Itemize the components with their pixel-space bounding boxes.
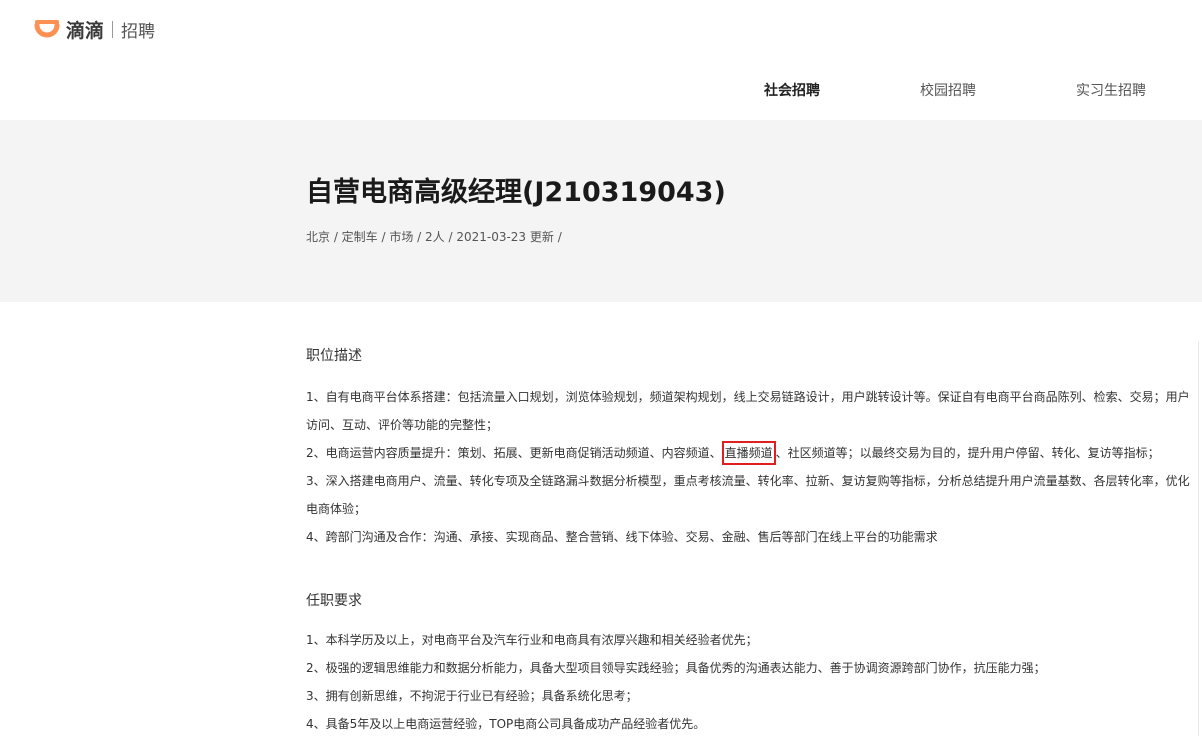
nav-intern-recruitment[interactable]: 实习生招聘 [1076,80,1146,100]
requirements-heading: 任职要求 [306,593,362,609]
description-item-4: 4、跨部门沟通及合作：沟通、承接、实现商品、整合营销、线下体验、交易、金融、售后… [306,530,938,544]
highlighted-keyword: 直播频道 [721,441,776,465]
description-item-2-after: 、社区频道等；以最终交易为目的，提升用户停留、转化、复访等指标； [775,446,1160,460]
logo-brand-text: 滴滴 [66,19,105,42]
description-item-2-before: 2、电商运营内容质量提升：策划、拓展、更新电商促销活动频道、内容频道、 [306,446,722,460]
description-item-3: 3、深入搭建电商用户、流量、转化专项及全链路漏斗数据分析模型，重点考核流量、转化… [306,474,1190,516]
job-content: 职位描述 1、自有电商平台体系搭建：包括流量入口规划，浏览体验规划，频道架构规划… [0,302,1202,736]
job-meta: 北京 / 定制车 / 市场 / 2人 / 2021-03-23 更新 / [306,230,562,244]
main-nav: 社会招聘 校园招聘 实习生招聘 [0,80,1202,102]
requirement-item-3: 3、拥有创新思维，不拘泥于行业已有经验；具备系统化思考； [306,689,638,703]
requirement-item-2: 2、极强的逻辑思维能力和数据分析能力，具备大型项目领导实践经验；具备优秀的沟通表… [306,661,1046,675]
nav-social-recruitment[interactable]: 社会招聘 [764,80,820,100]
page-edge-divider [1198,342,1199,736]
description-item-2: 2、电商运营内容质量提升：策划、拓展、更新电商促销活动频道、内容频道、 直播频道、… [306,439,1196,467]
logo-divider [112,20,114,38]
job-title: 自营电商高级经理(J210319043) [306,177,726,208]
nav-campus-recruitment[interactable]: 校园招聘 [920,80,976,100]
site-header: 滴滴 招聘 社会招聘 校园招聘 实习生招聘 [0,0,1202,120]
requirement-item-4: 4、具备5年及以上电商运营经验，TOP电商公司具备成功产品经验者优先。 [306,717,706,731]
requirement-item-1: 1、本科学历及以上，对电商平台及汽车行业和电商具有浓厚兴趣和相关经验者优先； [306,633,758,647]
description-item-1: 1、自有电商平台体系搭建：包括流量入口规划，浏览体验规划，频道架构规划，线上交易… [306,390,1190,432]
logo-sub-text: 招聘 [121,21,156,42]
job-hero-banner: 自营电商高级经理(J210319043) 北京 / 定制车 / 市场 / 2人 … [0,120,1202,302]
site-logo[interactable]: 滴滴 招聘 [34,15,155,43]
description-heading: 职位描述 [306,348,362,364]
didi-logo-icon [34,20,60,38]
